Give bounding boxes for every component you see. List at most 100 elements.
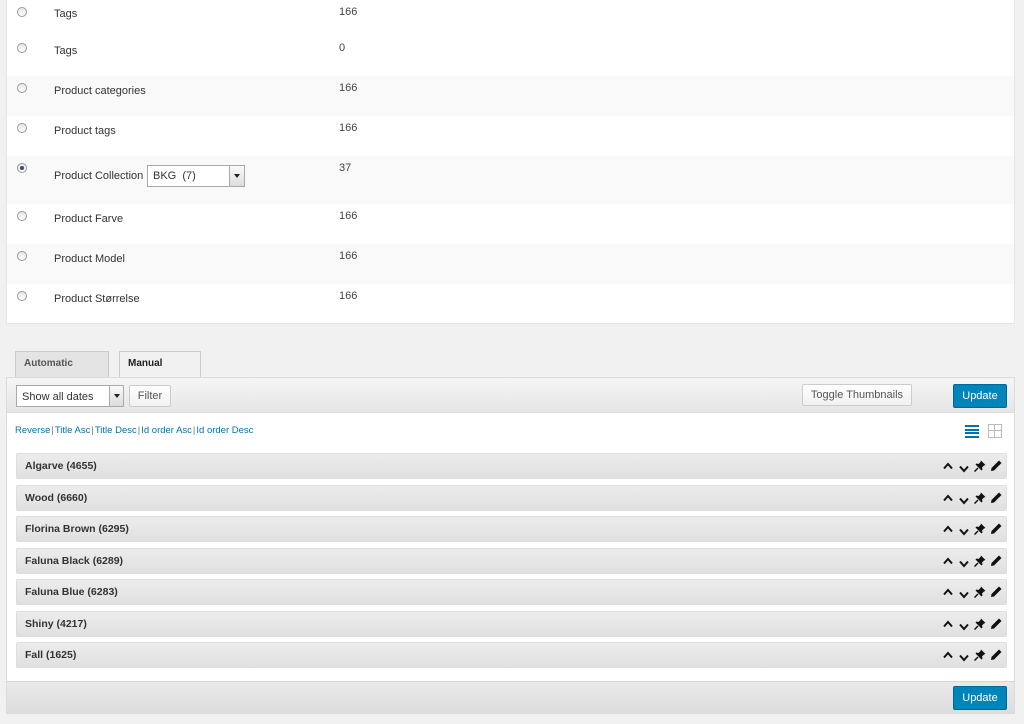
- sort-link-id-asc[interactable]: Id order Asc: [141, 425, 192, 436]
- list-view-icon[interactable]: [965, 425, 979, 438]
- update-button-top[interactable]: Update: [953, 384, 1007, 408]
- taxonomy-name: Product tags: [54, 125, 116, 137]
- manual-order-panel: Show all dates Filter Toggle Thumbnails …: [6, 377, 1015, 714]
- chevron-up-icon[interactable]: [942, 522, 954, 536]
- taxonomy-count: 0: [339, 42, 346, 54]
- taxonomy-count: 37: [339, 162, 352, 174]
- dates-select-value: Show all dates: [22, 391, 94, 403]
- sort-link-title-asc[interactable]: Title Asc: [55, 425, 91, 436]
- taxonomy-radio[interactable]: [17, 211, 27, 221]
- taxonomy-radio[interactable]: [17, 83, 27, 93]
- item-title: Fall (1625): [25, 649, 77, 661]
- item-actions: [942, 489, 1002, 507]
- collection-select-value: BKG (7): [153, 170, 196, 182]
- taxonomy-radio[interactable]: [17, 251, 27, 261]
- chevron-down-icon: [229, 166, 244, 186]
- chevron-down-icon: [109, 386, 123, 406]
- taxonomy-name: Product Farve: [54, 213, 124, 225]
- taxonomy-row[interactable]: Product Model 166: [7, 244, 1014, 284]
- list-item[interactable]: Fall (1625): [16, 642, 1007, 668]
- item-title: Faluna Black (6289): [25, 554, 124, 567]
- taxonomy-name: Product Model: [54, 253, 125, 265]
- sort-link-reverse[interactable]: Reverse: [15, 425, 50, 436]
- list-item[interactable]: Faluna Blue (6283): [16, 579, 1007, 605]
- separator: |: [137, 425, 141, 436]
- pin-icon[interactable]: [974, 459, 986, 473]
- list-item[interactable]: Shiny (4217): [16, 610, 1007, 637]
- chevron-up-icon[interactable]: [942, 648, 954, 662]
- taxonomy-radio[interactable]: [17, 123, 27, 133]
- pin-icon[interactable]: [974, 554, 986, 568]
- separator: |: [51, 425, 54, 436]
- update-button-bottom[interactable]: Update: [953, 686, 1007, 710]
- separator: |: [91, 425, 94, 436]
- taxonomy-row[interactable]: Product categories 166: [7, 76, 1014, 116]
- pencil-icon[interactable]: [990, 459, 1002, 473]
- sort-link-id-desc[interactable]: Id order Desc: [196, 425, 253, 436]
- sort-link-title-desc[interactable]: Title Desc: [95, 425, 137, 436]
- item-actions: [942, 646, 1002, 664]
- pin-icon[interactable]: [974, 585, 986, 599]
- taxonomy-count: 166: [339, 122, 358, 134]
- chevron-down-icon[interactable]: [958, 459, 970, 473]
- pencil-icon[interactable]: [990, 522, 1002, 536]
- chevron-down-icon[interactable]: [958, 648, 970, 662]
- taxonomy-row[interactable]: Product Farve 166: [7, 204, 1014, 244]
- pin-icon[interactable]: [974, 617, 986, 631]
- taxonomy-count: 166: [339, 6, 358, 18]
- taxonomy-name: Tags: [54, 8, 78, 20]
- chevron-up-icon[interactable]: [942, 459, 954, 473]
- chevron-up-icon[interactable]: [942, 585, 954, 599]
- sort-links: Reverse|Title Asc|Title Desc|Id order As…: [15, 425, 253, 436]
- taxonomy-name: Product Collection: [54, 170, 144, 182]
- pin-icon[interactable]: [974, 491, 986, 505]
- taxonomy-count: 166: [339, 250, 358, 262]
- taxonomy-row[interactable]: Tags 0: [7, 36, 1014, 76]
- taxonomy-radio[interactable]: [17, 291, 27, 301]
- pencil-icon[interactable]: [990, 617, 1002, 631]
- collection-select[interactable]: BKG (7): [147, 165, 245, 187]
- chevron-down-icon[interactable]: [958, 522, 970, 536]
- taxonomy-radio[interactable]: [17, 7, 27, 17]
- dates-select[interactable]: Show all dates: [16, 385, 124, 407]
- item-actions: [942, 615, 1002, 633]
- pencil-icon[interactable]: [990, 554, 1002, 568]
- list-item[interactable]: Algarve (4655): [16, 453, 1007, 479]
- panel-footer: Update: [7, 681, 1014, 713]
- chevron-up-icon[interactable]: [942, 617, 954, 631]
- taxonomy-radio-selected[interactable]: [17, 163, 27, 173]
- pencil-icon[interactable]: [990, 648, 1002, 662]
- taxonomy-radio[interactable]: [17, 43, 27, 53]
- chevron-down-icon[interactable]: [958, 617, 970, 631]
- pencil-icon[interactable]: [990, 585, 1002, 599]
- list-item[interactable]: Florina Brown (6295): [16, 516, 1007, 542]
- taxonomy-name: Product categories: [54, 85, 146, 97]
- filter-button[interactable]: Filter: [129, 385, 171, 407]
- tab-manual-order[interactable]: Manual Order: [119, 351, 201, 393]
- item-title: Algarve (4655): [25, 460, 97, 472]
- taxonomy-count: 166: [339, 290, 358, 302]
- taxonomy-count: 166: [339, 82, 358, 94]
- list-item[interactable]: Wood (6660): [16, 484, 1007, 511]
- chevron-up-icon[interactable]: [942, 491, 954, 505]
- toggle-thumbnails-button[interactable]: Toggle Thumbnails: [802, 384, 912, 406]
- taxonomy-row[interactable]: Product Collection BKG (7) 37: [7, 156, 1014, 204]
- list-item[interactable]: Faluna Black (6289): [16, 547, 1007, 574]
- taxonomy-name: Tags: [54, 45, 78, 57]
- taxonomy-row[interactable]: Product tags 166: [7, 116, 1014, 156]
- item-title: Wood (6660): [25, 491, 88, 504]
- chevron-down-icon[interactable]: [958, 554, 970, 568]
- pin-icon[interactable]: [974, 648, 986, 662]
- panel-toolbar: Show all dates Filter Toggle Thumbnails …: [7, 378, 1014, 413]
- grid-view-icon[interactable]: [988, 424, 1002, 438]
- pencil-icon[interactable]: [990, 491, 1002, 505]
- chevron-up-icon[interactable]: [942, 554, 954, 568]
- item-actions: [942, 552, 1002, 570]
- tab-automatic-order[interactable]: Automatic Order: [15, 351, 109, 393]
- taxonomy-row[interactable]: Tags 166: [7, 0, 1014, 36]
- pin-icon[interactable]: [974, 522, 986, 536]
- taxonomy-row[interactable]: Product Størrelse 166: [7, 284, 1014, 324]
- chevron-down-icon[interactable]: [958, 585, 970, 599]
- item-title: Faluna Blue (6283): [25, 586, 118, 598]
- chevron-down-icon[interactable]: [958, 491, 970, 505]
